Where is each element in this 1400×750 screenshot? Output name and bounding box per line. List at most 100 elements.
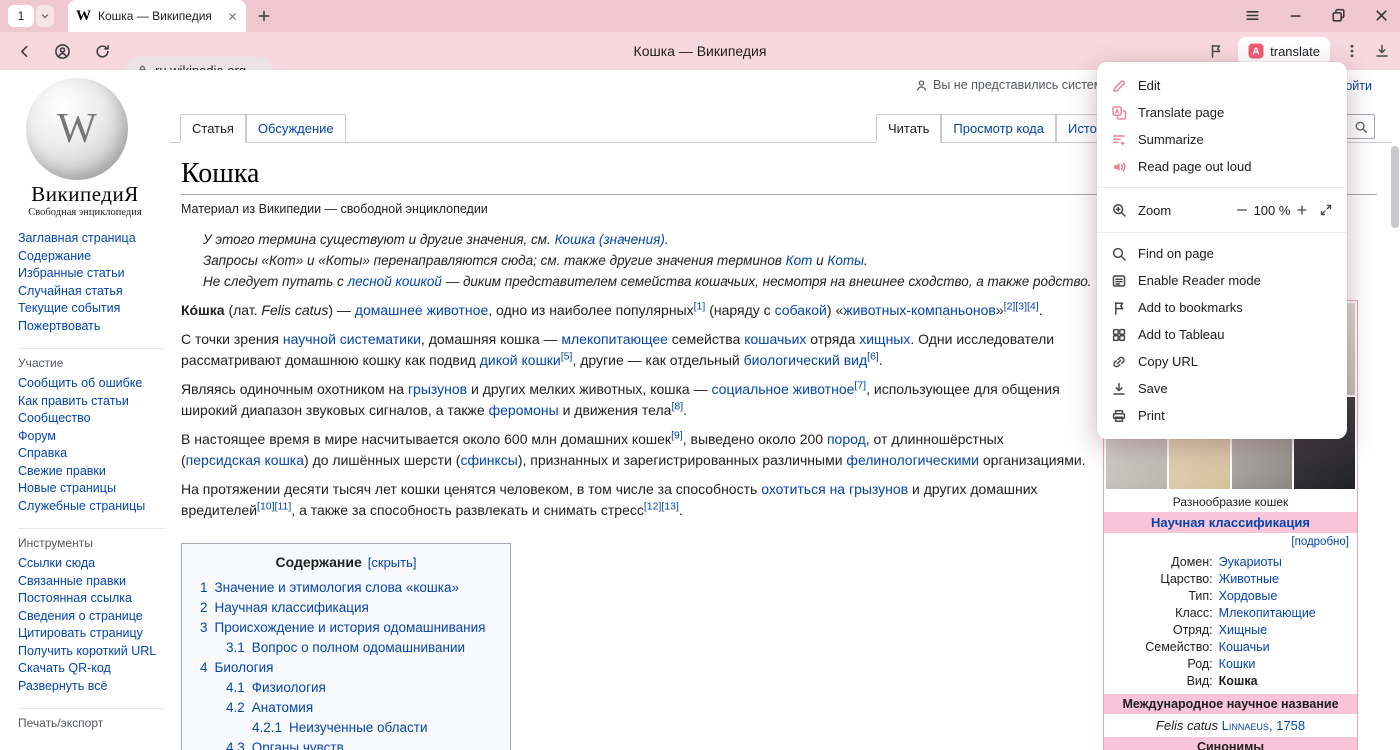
sidebar-link[interactable]: Скачать QR-код — [18, 661, 111, 675]
sidebar-item[interactable]: Получить короткий URL — [18, 643, 164, 661]
toc-item[interactable]: 2Научная классификация — [200, 598, 492, 618]
page-tab[interactable]: Обсуждение — [246, 114, 346, 143]
sidebar-link[interactable]: Служебные страницы — [18, 499, 145, 513]
taxon-link[interactable]: Кошки — [1219, 657, 1256, 671]
sidebar-item[interactable]: Содержание — [18, 248, 164, 266]
taxon-link[interactable]: Млекопитающие — [1219, 606, 1316, 620]
menu-item[interactable]: Translate page — [1097, 99, 1347, 126]
sidebar-link[interactable]: Сообщество — [18, 411, 91, 425]
menu-item[interactable]: Edit — [1097, 72, 1347, 99]
toc-item[interactable]: 4.2Анатомия — [226, 698, 492, 718]
back-button[interactable] — [16, 43, 33, 60]
sidebar-link[interactable]: Получить короткий URL — [18, 644, 156, 658]
hamburger-menu-icon[interactable] — [1244, 7, 1261, 24]
sidebar-link[interactable]: Сообщить об ошибке — [18, 376, 142, 390]
sidebar-item[interactable]: Избранные статьи — [18, 265, 164, 283]
sidebar-item[interactable]: Цитировать страницу — [18, 625, 164, 643]
sidebar-link[interactable]: Пожертвовать — [18, 319, 100, 333]
profile-icon[interactable] — [54, 43, 71, 60]
sidebar-link[interactable]: Сведения о странице — [18, 609, 143, 623]
sidebar-item[interactable]: Ссылки сюда — [18, 555, 164, 573]
sidebar-link[interactable]: Связанные правки — [18, 574, 126, 588]
toc-item[interactable]: 3.1Вопрос о полном одомашнивании — [226, 638, 492, 658]
new-tab-button[interactable] — [256, 8, 272, 24]
zoom-out-button[interactable] — [1235, 203, 1249, 217]
taxon-link[interactable]: Хордовые — [1219, 589, 1278, 603]
sidebar-link[interactable]: Форум — [18, 429, 56, 443]
taxon-link[interactable]: Кошка — [1219, 674, 1258, 688]
menu-item[interactable]: Add to bookmarks — [1097, 294, 1347, 321]
sidebar-item[interactable]: Скачать QR-код — [18, 660, 164, 678]
sidebar-item[interactable]: Связанные правки — [18, 573, 164, 591]
sidebar-item[interactable]: Постоянная ссылка — [18, 590, 164, 608]
scrollbar-thumb[interactable] — [1391, 146, 1399, 228]
sidebar-item[interactable]: Пожертвовать — [18, 318, 164, 336]
sidebar-item[interactable]: Сообщить об ошибке — [18, 375, 164, 393]
menu-item[interactable]: Read page out loud — [1097, 153, 1347, 180]
sidebar-item[interactable]: Свежие правки — [18, 463, 164, 481]
menu-item[interactable]: Copy URL — [1097, 348, 1347, 375]
chevron-down-icon[interactable] — [36, 5, 54, 27]
sidebar-item[interactable]: Развернуть всё — [18, 678, 164, 696]
sidebar-link[interactable]: Содержание — [18, 249, 91, 263]
sidebar-item[interactable]: Сообщество — [18, 410, 164, 428]
taxon-link[interactable]: Хищные — [1219, 623, 1267, 637]
zoom-in-button[interactable] — [1295, 203, 1309, 217]
sidebar-link[interactable]: Текущие события — [18, 301, 120, 315]
sidebar-item[interactable]: Форум — [18, 428, 164, 446]
close-window-button[interactable] — [1373, 7, 1390, 24]
menu-item[interactable]: Save — [1097, 375, 1347, 402]
view-tab[interactable]: Читать — [876, 114, 941, 143]
tab-counter[interactable]: 1 — [8, 5, 54, 27]
menu-item[interactable]: Add to Tableau — [1097, 321, 1347, 348]
details-link[interactable]: [подробно] — [1291, 536, 1349, 548]
toc-hide-link[interactable]: [скрыть] — [368, 555, 417, 570]
view-tab[interactable]: Просмотр кода — [941, 114, 1056, 143]
bookmark-icon[interactable] — [1208, 43, 1224, 59]
search-icon[interactable] — [1354, 120, 1368, 134]
sidebar-link[interactable]: Ссылки сюда — [18, 556, 95, 570]
fullscreen-button[interactable] — [1319, 203, 1333, 217]
sidebar-item[interactable]: Справка — [18, 445, 164, 463]
sidebar-link[interactable]: Справка — [18, 446, 67, 460]
sidebar-item[interactable]: Служебные страницы — [18, 498, 164, 516]
reload-button[interactable] — [94, 43, 111, 60]
sidebar-link[interactable]: Новые страницы — [18, 481, 116, 495]
sidebar-link[interactable]: Заглавная страница — [18, 231, 136, 245]
toc-item[interactable]: 4.1Физиология — [226, 678, 492, 698]
sidebar-item[interactable]: Как править статьи — [18, 393, 164, 411]
sidebar-item[interactable]: Случайная статья — [18, 283, 164, 301]
sidebar-item[interactable]: Текущие события — [18, 300, 164, 318]
sidebar-item[interactable]: Заглавная страница — [18, 230, 164, 248]
sidebar-link[interactable]: Как править статьи — [18, 394, 129, 408]
minimize-button[interactable] — [1287, 7, 1304, 24]
page-tab[interactable]: Статья — [180, 114, 246, 143]
sidebar-link[interactable]: Свежие правки — [18, 464, 106, 478]
sidebar-link[interactable]: Случайная статья — [18, 284, 123, 298]
toc-item[interactable]: 4Биология — [200, 658, 492, 678]
downloads-button[interactable] — [1374, 43, 1390, 59]
browser-menu-button[interactable] — [1344, 43, 1360, 59]
sidebar-item[interactable]: Сведения о странице — [18, 608, 164, 626]
menu-item[interactable]: Enable Reader mode — [1097, 267, 1347, 294]
toc-item[interactable]: 3Происхождение и история одомашнивания — [200, 618, 492, 638]
toc-item[interactable]: 4.2.1Неизученные области — [252, 718, 492, 738]
sidebar-link[interactable]: Цитировать страницу — [18, 626, 143, 640]
page-scrollbar[interactable] — [1391, 146, 1399, 750]
taxon-link[interactable]: Кошачьи — [1219, 640, 1270, 654]
menu-item[interactable]: Find on page — [1097, 240, 1347, 267]
sidebar-link[interactable]: Постоянная ссылка — [18, 591, 132, 605]
toc-item[interactable]: 4.3Органы чувств — [226, 738, 492, 750]
sidebar-link[interactable]: Развернуть всё — [18, 679, 107, 693]
menu-item[interactable]: Summarize — [1097, 126, 1347, 153]
translate-button[interactable]: А translate — [1238, 37, 1330, 65]
taxon-link[interactable]: Животные — [1219, 572, 1279, 586]
taxon-link[interactable]: Эукариоты — [1219, 555, 1282, 569]
sidebar-link[interactable]: Избранные статьи — [18, 266, 125, 280]
wikipedia-logo-globe[interactable]: W — [26, 78, 128, 180]
classification-link[interactable]: Научная классификация — [1151, 515, 1310, 530]
menu-item[interactable]: Print — [1097, 402, 1347, 429]
maximize-button[interactable] — [1330, 7, 1347, 24]
tab-close-icon[interactable] — [227, 11, 238, 22]
browser-tab[interactable]: W Кошка — Википедия — [68, 0, 246, 32]
